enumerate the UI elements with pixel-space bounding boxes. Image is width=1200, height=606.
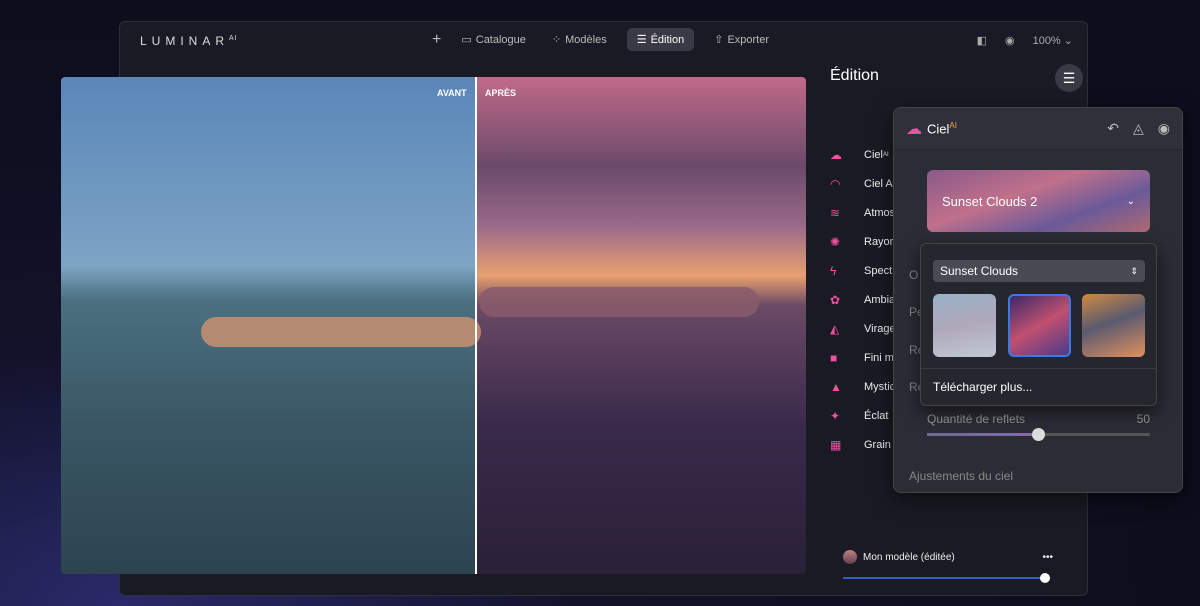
tool-ambiance[interactable]: ✿ Ambia [830,285,896,314]
tool-atmosphere[interactable]: ≋ Atmos [830,198,896,227]
row-label: O [909,268,919,282]
folder-icon: ▭ [461,34,472,46]
sky-adjustments[interactable]: Ajustements du ciel [909,469,1013,483]
share-icon: ⇧ [714,34,724,46]
logo: LUMINARAI [140,34,238,48]
chevron-down-icon: ⌄ [1126,195,1135,207]
adjust-button[interactable]: ☰ [1055,64,1083,92]
tool-ciel[interactable]: ☁ Ciel AI [830,140,896,169]
sparkle-icon: ⁘ [551,34,562,46]
panel-title: Édition [830,67,879,84]
split-handle[interactable] [475,77,477,574]
tool-spectre[interactable]: ϟ Spect [830,256,896,285]
preset-amount-knob[interactable] [1040,573,1050,583]
sky-thumb-1[interactable] [933,294,996,357]
bucket-icon: ◭ [830,321,840,336]
mask-icon[interactable]: ◬ [1133,120,1144,137]
lotus-icon: ✿ [830,292,841,307]
zoom-select[interactable]: 100% ⌄ [1033,34,1073,47]
before-label: AVANT [437,88,467,98]
undo-icon[interactable]: ↶ [1107,120,1119,137]
tab-catalogue[interactable]: ▭ Catalogue [455,28,532,51]
tab-exporter[interactable]: ⇧ Exporter [708,28,775,51]
tool-fini[interactable]: ■ Fini m [830,343,896,372]
tab-modeles[interactable]: ⁘ Modèles [546,28,613,51]
waves-icon: ≋ [830,205,841,220]
tool-list: ☁ Ciel AI ◠ Ciel A ≋ Atmos ✺ Rayor ϟ Spect ✿ Am… [830,140,896,459]
preset-thumb [843,550,857,564]
tool-ciel-a[interactable]: ◠ Ciel A [830,169,896,198]
more-icon[interactable]: ••• [1042,552,1053,563]
category-select[interactable]: Sunset Clouds ⇕ [933,260,1145,282]
eye-icon[interactable]: ◉ [1005,34,1015,47]
cone-icon: ▲ [830,379,842,394]
reflect-value: 50 [1136,412,1150,426]
preset-amount-slider[interactable] [843,577,1046,579]
sky-thumb-2[interactable] [1008,294,1071,357]
toggle-icon[interactable]: ◉ [1158,120,1170,137]
surfer-before [201,317,481,347]
tool-grain[interactable]: ▦ Grain [830,430,896,459]
preset-row: Mon modèle (éditée) ••• [843,550,1053,564]
surfer-after [479,287,759,317]
add-icon[interactable]: + [432,31,441,49]
preset-name: Mon modèle (éditée) [863,551,955,563]
reflect-slider-knob[interactable] [1032,428,1045,441]
tab-edition[interactable]: ☰ Édition [626,28,695,51]
tool-eclat[interactable]: ✦ Éclat [830,401,896,430]
download-more[interactable]: Télécharger plus... [933,380,1032,394]
compare-icon[interactable]: ◧ [977,34,987,47]
rainbow-icon: ◠ [830,176,841,191]
sky-popover: Sunset Clouds ⇕ Télécharger plus... [920,243,1157,406]
after-image [476,77,806,574]
cloud-icon: ☁ [906,120,922,138]
sky-panel-title: CielAI [927,120,957,137]
sliders-icon: ☰ [636,34,647,46]
updown-icon: ⇕ [1130,265,1138,276]
reflect-label: Quantité de reflets [927,412,1026,426]
sky-thumb-3[interactable] [1082,294,1145,357]
tool-rayons[interactable]: ✺ Rayor [830,227,896,256]
tool-mystique[interactable]: ▲ Mystic [830,372,896,401]
sun-icon: ✺ [830,234,841,249]
sparkle-icon: ✦ [830,408,841,423]
sky-select[interactable]: Sunset Clouds 2 ⌄ [927,170,1150,232]
film-icon: ▦ [830,437,842,452]
cloud-icon: ☁ [830,147,842,162]
top-nav: + ▭ Catalogue ⁘ Modèles ☰ Édition ⇧ Exporter [432,28,775,51]
tool-virage[interactable]: ◭ Virage [830,314,896,343]
photo-canvas[interactable]: AVANT APRÈS [61,77,806,574]
square-icon: ■ [830,350,838,365]
after-label: APRÈS [485,88,517,98]
sliders-icon: ☰ [1062,69,1076,86]
bolt-icon: ϟ [830,263,837,278]
